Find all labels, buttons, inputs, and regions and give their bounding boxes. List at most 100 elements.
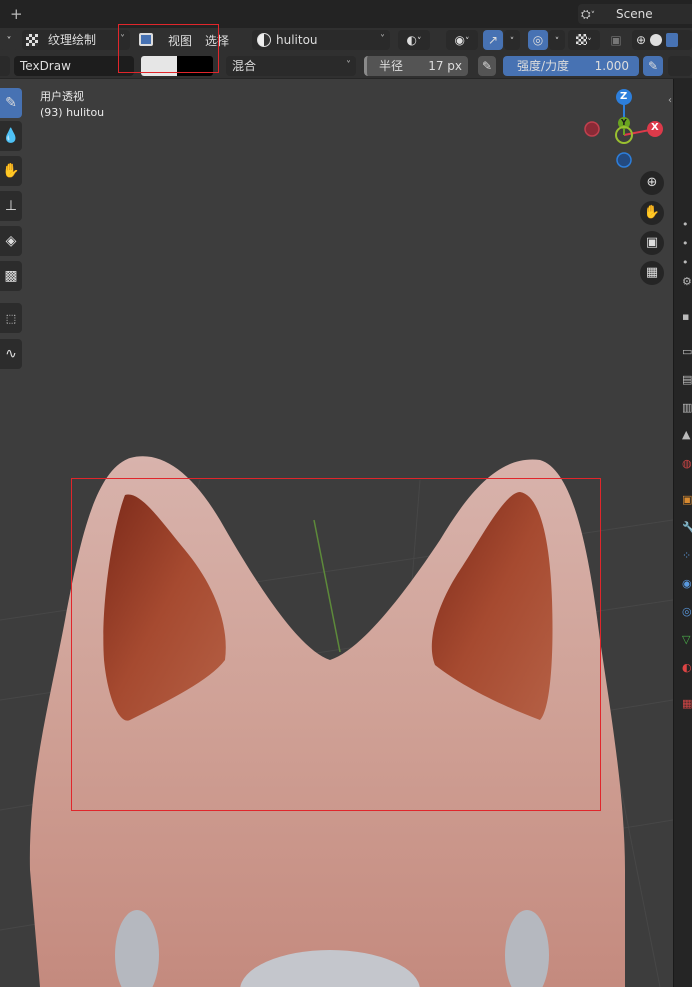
chevron-down-icon: ˅ [120,34,125,45]
overlay-dropdown[interactable]: ˅ [549,30,565,50]
x-axis-label: X [651,122,659,133]
pivot-selector[interactable]: ◐˅ [398,30,430,50]
strength-value: 1.000 [594,59,629,73]
blend-label: 混合 [232,59,257,73]
blend-mode-selector[interactable]: 混合 ˅ [226,56,356,76]
annotate-icon: ⬚ [5,312,17,325]
checker-icon [26,34,38,46]
line-icon: ∿ [5,346,17,362]
y-axis-label: Y [621,118,627,127]
chevron-down-icon: ˅ [509,37,515,47]
wireframe-shading-icon[interactable]: ⊕ [636,33,646,47]
mask-tool-button[interactable]: ▩ [0,261,22,291]
chevron-down-icon: ˅ [380,34,385,45]
overlay-icon: ◎ [532,33,544,47]
clone-tool-button[interactable]: ⊥ [0,191,22,221]
radius-label: 半径 [379,59,404,73]
strength-field[interactable]: 强度/力度 1.000 [503,56,639,76]
pen-pressure-icon: ✎ [481,59,493,73]
camera-view-button[interactable]: ▣ [640,231,664,255]
chevron-down-icon: ˅ [554,37,560,47]
neg-x-axis-icon [584,121,600,137]
data-tab-icon[interactable]: ▽ [682,633,690,646]
material-tab-icon[interactable]: ◐ [682,661,692,674]
gizmo-icon: ↗ [487,33,499,47]
mask-toggle-button[interactable] [136,30,156,50]
drop-icon: 💧 [2,128,20,144]
brush-name: TexDraw [20,59,71,73]
editor-type-button[interactable]: ˅ [0,30,18,50]
gizmo-dropdown[interactable]: ˅ [504,30,520,50]
render-tab-icon[interactable]: ▪ [682,310,689,323]
smear-tool-button[interactable]: ✋ [0,156,22,186]
viewport-header: ˅ 纹理绘制 ˅ 视图 选择 hulitou ˅ ◐˅ ◉˅ ↗ ˅ ◎ ˅ ˅… [0,28,692,53]
smear-icon: ✋ [2,163,20,179]
perspective-toggle-button[interactable]: ▦ [640,261,664,285]
texture-tab-icon[interactable]: ▦ [682,697,692,710]
radius-field[interactable]: 半径 17 px [364,56,468,76]
xray-icon: ▣ [610,33,622,47]
more-settings-button[interactable] [668,56,692,76]
solid-shading-icon[interactable] [649,34,662,46]
collapse-arrow-icon[interactable]: ‹ [668,95,672,106]
mode-label: 纹理绘制 [48,33,97,47]
brush-icon: ✎ [5,95,17,111]
overlay-toggle-button[interactable]: ◎ [528,30,548,50]
radius-value: 17 px [428,59,462,73]
object-info: (93) hulitou [40,106,105,119]
fill-tool-button[interactable]: ◈ [0,226,22,256]
menu-select[interactable]: 选择 [205,32,229,49]
hand-icon: ✋ [643,205,661,220]
texture-overlay-selector[interactable]: ˅ [568,30,600,50]
modifier-tab-icon[interactable]: 🔧 [682,521,692,534]
fill-bucket-icon: ◈ [5,233,17,249]
view-layer-tab-icon[interactable]: ▤ [682,373,692,386]
soften-tool-button[interactable]: 💧 [0,121,22,151]
scene-name-field[interactable]: Scene [608,4,692,24]
line-tool-button[interactable]: ∿ [0,339,22,369]
scene-icon: ⛭ [581,7,591,21]
shading-mode-group[interactable]: ⊕ [632,30,692,50]
pivot-icon: ◐ [406,33,417,47]
output-tab-icon[interactable]: ▭ [682,345,692,358]
tool-tab-icon[interactable]: ⚙ [682,275,692,288]
layers-icon [139,33,153,46]
secondary-color-swatch[interactable] [177,56,213,76]
brush-name-field[interactable]: TexDraw [14,56,134,76]
object-selector[interactable]: hulitou ˅ [252,30,390,50]
physics-tab-icon[interactable]: ◉ [682,577,692,590]
gizmo-toggle-button[interactable]: ↗ [483,30,503,50]
eye-icon: ◉ [454,33,465,47]
radius-pressure-button[interactable]: ✎ [478,56,496,76]
zoom-button[interactable]: ⊕ [640,171,664,195]
collection-tab-icon[interactable]: ◍ [682,457,692,470]
strength-pressure-button[interactable]: ✎ [643,56,663,76]
visibility-selector[interactable]: ◉˅ [446,30,478,50]
tool-settings-bar: TexDraw 混合 ˅ 半径 17 px ✎ 强度/力度 1.000 ✎ [0,53,692,79]
chevron-down-icon: ˅ [464,37,470,47]
world-tab-icon[interactable]: ▲ [682,428,690,441]
y-axis-line [313,519,341,653]
add-workspace-button[interactable]: + [10,5,23,23]
constraints-tab-icon[interactable]: ◎ [682,605,692,618]
menu-view[interactable]: 视图 [168,32,192,49]
view-name: 用户透视 [40,90,84,103]
pan-button[interactable]: ✋ [640,201,664,225]
xray-toggle-button[interactable]: ▣ [606,30,626,50]
dot-icon: • [682,256,689,269]
annotate-tool-button[interactable]: ⬚ [0,303,22,333]
particles-tab-icon[interactable]: ⁘ [682,549,691,562]
scene-selector-button[interactable]: ⛭˅ [578,4,608,24]
scene-tab-icon[interactable]: ▥ [682,401,692,414]
chevron-down-icon: ˅ [6,36,12,47]
primary-color-swatch[interactable] [141,56,177,76]
draw-tool-button[interactable]: ✎ [0,88,22,118]
grid-icon: ▦ [645,265,659,280]
material-shading-icon[interactable] [665,33,678,47]
mask-icon: ▩ [4,268,18,284]
object-tab-icon[interactable]: ▣ [682,493,692,506]
3d-viewport[interactable] [0,79,673,987]
brush-type-button[interactable] [0,56,10,76]
dot-icon: • [682,218,689,231]
mode-selector[interactable]: 纹理绘制 ˅ [22,30,130,50]
